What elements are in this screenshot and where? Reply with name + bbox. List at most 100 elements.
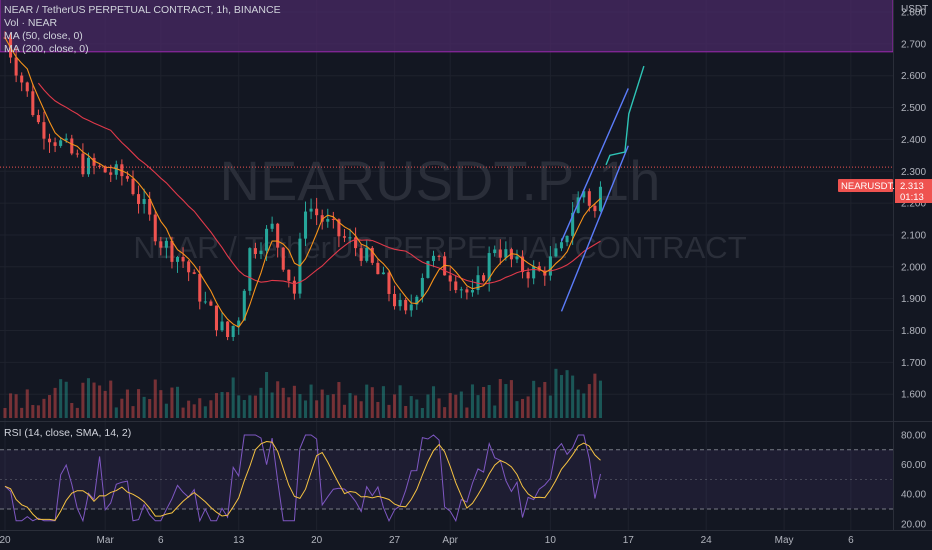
candle-body [309, 208, 313, 212]
volume-bar [103, 390, 107, 418]
candle-body [292, 280, 296, 294]
volume-bar [281, 387, 285, 418]
volume-bar [320, 389, 324, 418]
candle-body [465, 289, 469, 293]
candle-body [198, 273, 202, 302]
candle-body [315, 208, 319, 216]
candle-body [393, 293, 397, 307]
price-tick-label: 2.800 [901, 8, 926, 19]
volume-bar [381, 386, 385, 418]
trading-chart[interactable]: NEARUSDT.P, 1h NEAR / TetherUS PERPETUAL… [0, 0, 932, 550]
candle-body [226, 321, 230, 338]
candle-body [498, 249, 502, 258]
volume-bar [454, 394, 458, 418]
candle-body [303, 211, 308, 239]
time-axis-label: 17 [623, 535, 635, 546]
candle-body [31, 91, 35, 116]
volume-bar [125, 389, 129, 418]
symbol-title[interactable]: NEAR / TetherUS PERPETUAL CONTRACT, 1h, … [4, 4, 281, 17]
volume-bar [593, 373, 597, 418]
volume-bar [409, 396, 413, 418]
candle-body [331, 218, 335, 220]
rsi-tick-label: 40.00 [901, 490, 926, 501]
rsi-tick-label: 20.00 [901, 519, 926, 530]
volume-bar [9, 393, 13, 418]
volume-bar [365, 384, 369, 418]
candle-body [482, 275, 486, 281]
volume-bar [47, 395, 52, 418]
volume-bar [20, 407, 24, 418]
candle-body [409, 304, 413, 311]
volume-bar [237, 395, 241, 418]
volume-bar [203, 406, 207, 418]
volume-bar [598, 380, 602, 418]
volume-bar [420, 407, 424, 418]
volume-bar [175, 386, 180, 418]
candle-body [70, 138, 74, 154]
candle-body [81, 153, 85, 175]
candle-body [192, 272, 196, 274]
indicator-volume[interactable]: Vol · NEAR [4, 17, 57, 30]
volume-bar [3, 407, 7, 418]
volume-bar [498, 379, 502, 418]
rsi-title[interactable]: RSI (14, close, SMA, 14, 2) [4, 427, 131, 440]
volume-bar [59, 379, 63, 418]
time-axis-label: 6 [158, 535, 164, 546]
rsi-tick-label: 60.00 [901, 460, 926, 471]
candle-body [164, 240, 168, 248]
candle-body [398, 299, 402, 307]
watermark-name: NEAR / TetherUS PERPETUAL CONTRACT [133, 230, 746, 265]
volume-bar [114, 407, 118, 418]
candle-body [75, 153, 79, 155]
volume-bar [398, 385, 402, 418]
candle-body [253, 248, 257, 255]
price-tick-label: 1.600 [901, 390, 926, 401]
candle-body [454, 281, 458, 291]
volume-bar [459, 391, 463, 418]
volume-bar [92, 382, 96, 418]
volume-bar [36, 405, 40, 418]
volume-bar [231, 377, 235, 418]
volume-bar [70, 402, 74, 418]
volume-bar [187, 400, 191, 418]
indicator-ma50[interactable]: MA (50, close, 0) [4, 30, 83, 43]
volume-bar [64, 381, 68, 418]
time-axis-label: May [775, 535, 794, 546]
candle-body [47, 138, 52, 143]
candle-body [593, 205, 597, 212]
volume-bar [120, 398, 124, 418]
candle-body [20, 75, 24, 83]
candle-body [270, 223, 274, 229]
volume-bar [137, 389, 141, 418]
volume-bar [75, 407, 79, 418]
price-tick-label: 1.700 [901, 358, 926, 369]
volume-bar [181, 407, 185, 418]
volume-bar [387, 404, 391, 418]
candle-body [231, 325, 235, 338]
candle-body [420, 277, 424, 297]
volume-bar [348, 393, 352, 418]
candle-body [25, 82, 29, 92]
candle-body [287, 269, 291, 281]
volume-bar [470, 384, 474, 418]
volume-bar [42, 398, 46, 418]
volume-bar [31, 405, 35, 418]
indicator-ma200[interactable]: MA (200, close, 0) [4, 43, 89, 56]
time-axis-label: 10 [545, 535, 557, 546]
volume-bar [309, 384, 313, 418]
candle-body [365, 247, 369, 261]
volume-bar [270, 392, 274, 418]
candle-body [86, 157, 91, 175]
volume-bar [86, 378, 91, 418]
volume-bar [393, 394, 397, 418]
volume-bar [287, 397, 291, 418]
price-tick-label: 2.400 [901, 135, 926, 146]
last-price-value: 2.313 [900, 181, 924, 192]
volume-bar [259, 387, 263, 418]
candle-body [137, 194, 141, 204]
volume-bar [537, 387, 541, 418]
candle-body [59, 140, 63, 146]
volume-bar [359, 401, 363, 418]
volume-bar [331, 394, 335, 418]
candle-body [276, 223, 280, 248]
